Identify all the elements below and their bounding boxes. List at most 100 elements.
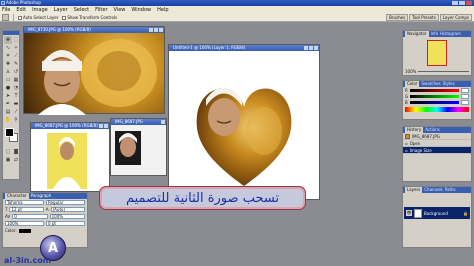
menu-file[interactable]: File: [2, 7, 10, 13]
marquee-tool-icon[interactable]: ⬚: [12, 36, 20, 44]
hand-tool-icon[interactable]: ✋: [4, 116, 12, 124]
show-transform-option[interactable]: Show Transform Controls: [62, 15, 117, 20]
menu-window[interactable]: Window: [131, 7, 151, 13]
font-size-select[interactable]: 12 pt: [9, 207, 44, 212]
path-selection-tool-icon[interactable]: ➤: [4, 92, 12, 100]
menu-filter[interactable]: Filter: [95, 7, 107, 13]
tab-styles[interactable]: Styles: [443, 81, 455, 87]
tab-channels[interactable]: Channels: [424, 187, 443, 193]
magic-wand-tool-icon[interactable]: ✧: [12, 44, 20, 52]
minimize-icon[interactable]: [452, 1, 458, 5]
menu-view[interactable]: View: [114, 7, 126, 13]
tab-navigator[interactable]: Navigator: [405, 31, 429, 37]
dodge-tool-icon[interactable]: ◔: [12, 84, 20, 92]
red-value-field[interactable]: [461, 87, 469, 93]
history-snapshot[interactable]: IMG_8687.JPG: [403, 133, 471, 140]
minimize-icon[interactable]: [99, 124, 103, 128]
standard-mode-icon[interactable]: ▢: [4, 148, 12, 156]
text-color-swatch[interactable]: [18, 228, 31, 233]
move-tool-preset-icon[interactable]: [2, 13, 9, 21]
minimize-icon[interactable]: [304, 46, 308, 50]
foreground-color-swatch[interactable]: [5, 128, 14, 137]
menu-edit[interactable]: Edit: [16, 7, 26, 13]
red-slider[interactable]: [410, 88, 459, 92]
heart-canvas[interactable]: [169, 51, 319, 199]
baseline-shift-field[interactable]: 0 pt: [46, 221, 85, 226]
color-ramp[interactable]: [405, 107, 469, 112]
history-item-selected[interactable]: ▫ Image Size: [403, 147, 471, 154]
crop-tool-icon[interactable]: ⌗: [4, 52, 12, 60]
font-family-select[interactable]: Tahoma: [5, 200, 44, 205]
history-item[interactable]: ▫ Open: [403, 140, 471, 147]
auto-select-layer-option[interactable]: Auto Select Layer: [18, 15, 58, 20]
palette-tab-brushes[interactable]: Brushes: [386, 14, 409, 21]
maximize-icon[interactable]: [309, 46, 313, 50]
menu-layer[interactable]: Layer: [54, 7, 68, 13]
clone-stamp-tool-icon[interactable]: ♙: [4, 68, 12, 76]
tab-paths[interactable]: Paths: [445, 187, 456, 193]
scale-vertical-field[interactable]: 100%: [49, 214, 85, 219]
tracking-select[interactable]: 0: [12, 214, 48, 219]
slice-tool-icon[interactable]: ⟋: [12, 52, 20, 60]
tab-swatches[interactable]: Swatches: [421, 81, 440, 87]
tab-paragraph[interactable]: Paragraph: [31, 193, 52, 199]
notes-tool-icon[interactable]: ▤: [4, 108, 12, 116]
leading-select[interactable]: (Auto): [50, 207, 86, 212]
photo-canvas[interactable]: [111, 125, 166, 175]
imageready-jump-icon[interactable]: ⇄: [12, 156, 20, 164]
auto-select-checkbox[interactable]: [18, 15, 22, 20]
close-icon[interactable]: [314, 46, 318, 50]
font-style-select[interactable]: Regular: [46, 200, 85, 205]
tab-actions[interactable]: Actions: [425, 127, 440, 133]
brush-tool-icon[interactable]: ✎: [12, 60, 20, 68]
menu-select[interactable]: Select: [74, 7, 89, 13]
photo-canvas[interactable]: [24, 33, 164, 115]
quick-mask-mode-icon[interactable]: ◙: [12, 148, 20, 156]
close-icon[interactable]: [159, 28, 163, 32]
tab-color[interactable]: Color: [405, 81, 420, 87]
zoom-slider[interactable]: [418, 71, 469, 72]
pen-tool-icon[interactable]: ✒: [4, 100, 12, 108]
blue-value-field[interactable]: [461, 99, 469, 105]
blur-tool-icon[interactable]: ●: [4, 84, 12, 92]
tab-histogram[interactable]: Histogram: [440, 31, 461, 37]
eye-icon[interactable]: 👁: [406, 210, 412, 216]
scale-horizontal-field[interactable]: 100%: [5, 221, 44, 226]
tab-character[interactable]: Character: [5, 193, 29, 199]
layer-options-row: [403, 193, 471, 205]
move-tool-icon[interactable]: ✥: [4, 36, 12, 44]
show-transform-checkbox[interactable]: [62, 15, 67, 20]
eraser-tool-icon[interactable]: ▭: [4, 76, 12, 84]
tab-layers[interactable]: Layers: [405, 187, 423, 193]
document-title: IMG_8730.JPG @ 100% (RGB/8): [28, 27, 91, 32]
screen-mode-icon[interactable]: ▣: [4, 156, 12, 164]
tab-history[interactable]: History: [405, 127, 424, 133]
photo-canvas[interactable]: [31, 129, 109, 191]
green-value-field[interactable]: [461, 93, 469, 99]
navigator-preview[interactable]: [427, 40, 447, 66]
lasso-tool-icon[interactable]: ∿: [4, 44, 12, 52]
close-icon[interactable]: [161, 120, 165, 124]
snapshot-label: IMG_8687.JPG: [412, 133, 440, 139]
blue-slider[interactable]: [410, 100, 459, 104]
palette-tab-layer-comps[interactable]: Layer Comps: [439, 14, 472, 21]
shape-tool-icon[interactable]: ▬: [12, 100, 20, 108]
green-slider[interactable]: [410, 94, 459, 98]
layer-row[interactable]: 👁 Background 🔒: [404, 207, 470, 219]
maximize-icon[interactable]: [459, 1, 465, 5]
zoom-tool-icon[interactable]: ⚲: [12, 116, 20, 124]
menu-image[interactable]: Image: [32, 7, 48, 13]
history-brush-tool-icon[interactable]: ↺: [12, 68, 20, 76]
type-tool-icon[interactable]: T: [12, 92, 20, 100]
healing-brush-tool-icon[interactable]: ✚: [4, 60, 12, 68]
gradient-tool-icon[interactable]: ▦: [12, 76, 20, 84]
maximize-icon[interactable]: [154, 28, 158, 32]
close-icon[interactable]: [466, 1, 472, 5]
close-icon[interactable]: [104, 124, 108, 128]
palette-tab-tool-presets[interactable]: Tool Presets: [409, 14, 439, 21]
tab-info[interactable]: Info: [431, 31, 439, 37]
navigator-zoom-value[interactable]: 100%: [405, 69, 416, 74]
minimize-icon[interactable]: [149, 28, 153, 32]
eyedropper-tool-icon[interactable]: ⁄: [12, 108, 20, 116]
menu-help[interactable]: Help: [157, 7, 168, 13]
